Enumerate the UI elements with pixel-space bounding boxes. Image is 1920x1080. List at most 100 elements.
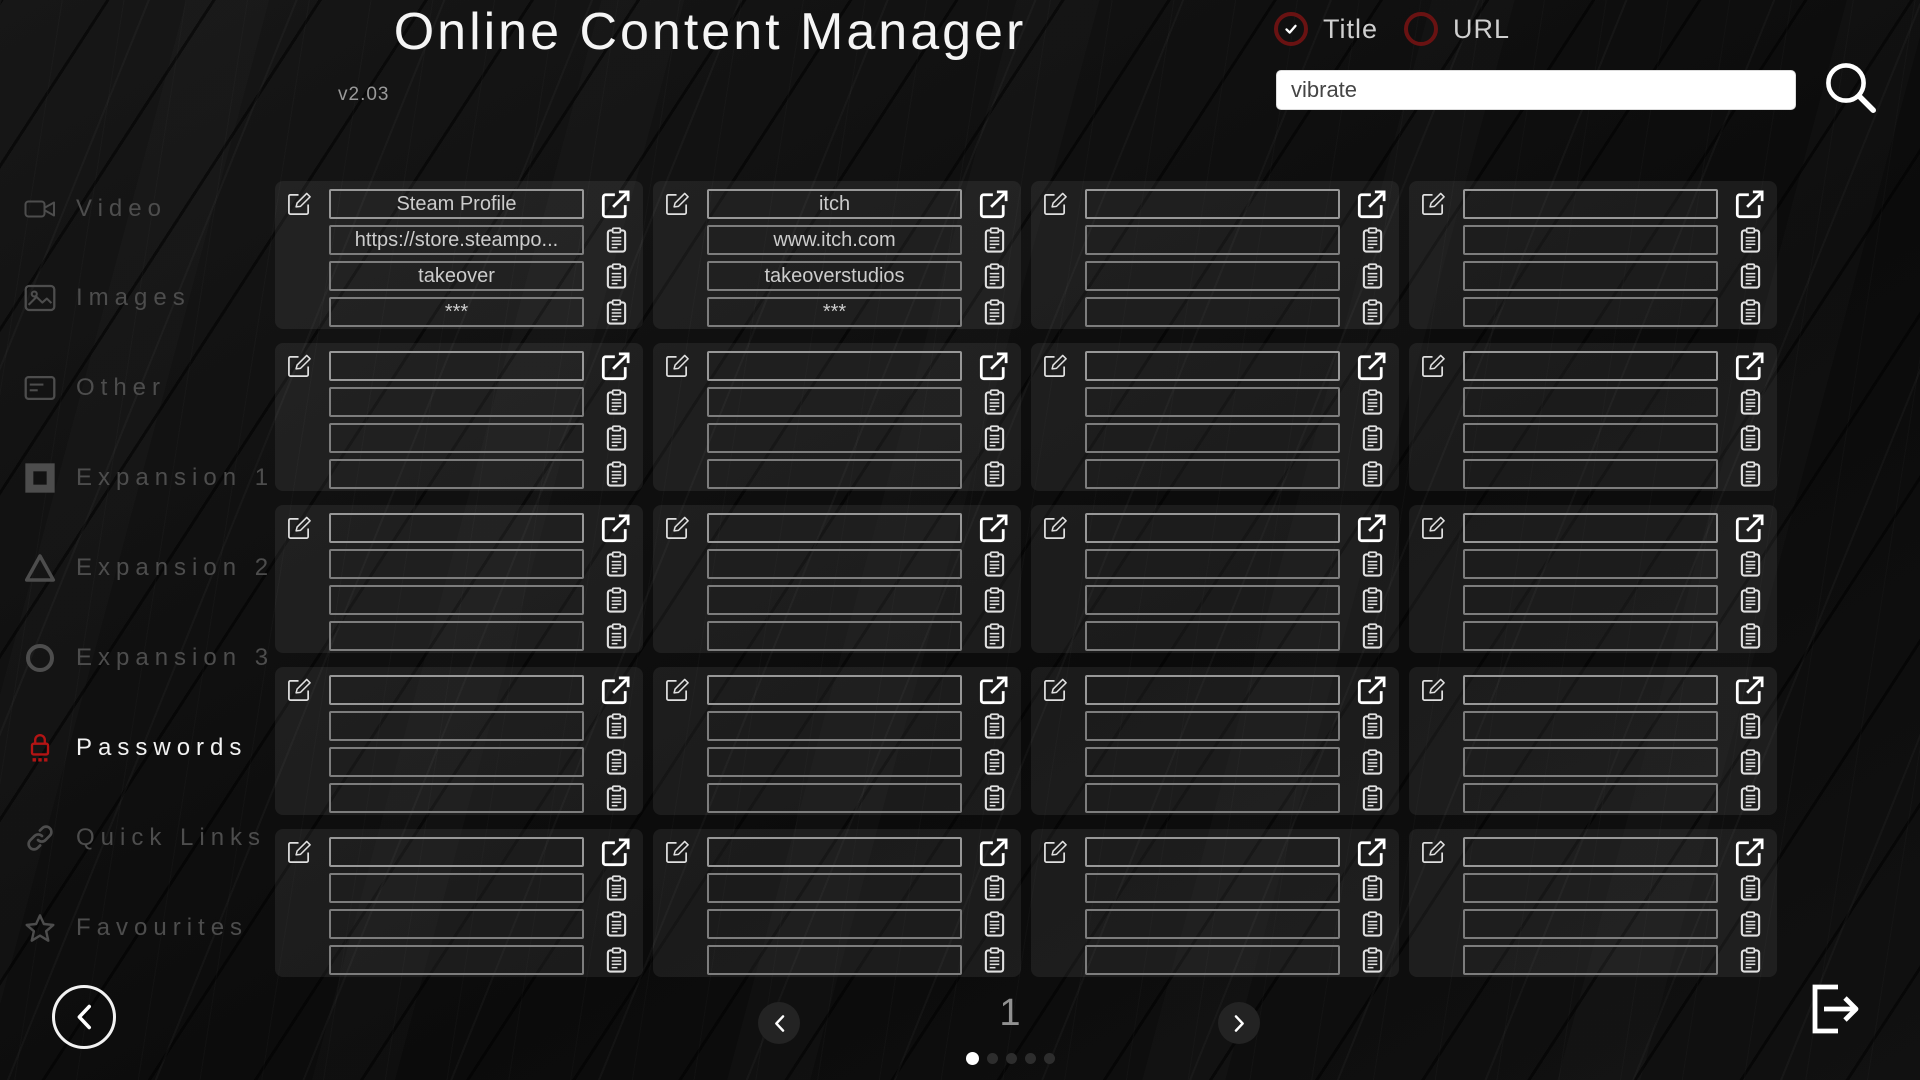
card-username-field[interactable] [707,585,962,615]
card-url-field[interactable] [707,549,962,579]
card-url-field[interactable] [1463,549,1718,579]
card-title-field[interactable] [1463,675,1718,705]
card-title-field[interactable] [329,513,584,543]
card-url-field[interactable] [707,387,962,417]
external-link-icon[interactable] [1735,675,1765,705]
card-username-field[interactable] [1085,585,1340,615]
edit-icon[interactable] [287,677,312,702]
edit-icon[interactable] [1421,677,1446,702]
edit-icon[interactable] [1421,515,1446,540]
search-mode-title[interactable]: Title [1274,12,1378,46]
card-url-field[interactable] [1463,387,1718,417]
copy-url-icon[interactable] [983,875,1006,902]
copy-password-icon[interactable] [605,623,628,650]
edit-icon[interactable] [1043,515,1068,540]
edit-icon[interactable] [665,515,690,540]
copy-username-icon[interactable] [1739,425,1762,452]
card-username-field[interactable] [1085,747,1340,777]
page-dot[interactable] [987,1053,998,1064]
copy-password-icon[interactable] [605,299,628,326]
card-url-field[interactable] [1085,711,1340,741]
external-link-icon[interactable] [1735,837,1765,867]
copy-url-icon[interactable] [605,389,628,416]
external-link-icon[interactable] [1735,189,1765,219]
copy-password-icon[interactable] [1739,785,1762,812]
card-username-field[interactable]: takeover [329,261,584,291]
copy-url-icon[interactable] [605,875,628,902]
copy-url-icon[interactable] [983,227,1006,254]
card-title-field[interactable]: itch [707,189,962,219]
sidebar-item-expansion-1[interactable]: Expansion 1 [24,459,274,497]
card-url-field[interactable] [1463,225,1718,255]
card-password-field[interactable] [1085,945,1340,975]
page-dot[interactable] [1025,1053,1036,1064]
card-url-field[interactable] [329,387,584,417]
external-link-icon[interactable] [1357,351,1387,381]
sidebar-item-images[interactable]: Images [24,279,191,317]
card-username-field[interactable] [329,585,584,615]
page-dot[interactable] [1044,1053,1055,1064]
card-url-field[interactable] [1463,711,1718,741]
edit-icon[interactable] [287,353,312,378]
copy-password-icon[interactable] [983,299,1006,326]
search-input[interactable] [1276,70,1796,110]
logout-button[interactable] [1804,980,1864,1038]
copy-url-icon[interactable] [1739,389,1762,416]
edit-icon[interactable] [1043,353,1068,378]
copy-password-icon[interactable] [1361,299,1384,326]
radio-checked-icon[interactable] [1274,12,1308,46]
card-title-field[interactable] [1085,189,1340,219]
card-password-field[interactable] [329,621,584,651]
copy-username-icon[interactable] [983,263,1006,290]
copy-password-icon[interactable] [1361,785,1384,812]
card-url-field[interactable] [329,873,584,903]
copy-username-icon[interactable] [1361,425,1384,452]
card-username-field[interactable] [1463,261,1718,291]
card-username-field[interactable] [329,909,584,939]
copy-url-icon[interactable] [1739,713,1762,740]
card-password-field[interactable] [707,783,962,813]
card-password-field[interactable] [329,783,584,813]
copy-username-icon[interactable] [1739,263,1762,290]
card-title-field[interactable] [329,675,584,705]
page-dot[interactable] [1006,1053,1017,1064]
copy-url-icon[interactable] [1361,389,1384,416]
edit-icon[interactable] [287,839,312,864]
card-username-field[interactable] [707,909,962,939]
card-password-field[interactable]: *** [707,297,962,327]
card-password-field[interactable] [1463,783,1718,813]
card-password-field[interactable] [1463,945,1718,975]
sidebar-item-favourites[interactable]: Favourites [24,909,248,947]
card-password-field[interactable] [707,945,962,975]
card-title-field[interactable] [1085,513,1340,543]
copy-password-icon[interactable] [1361,461,1384,488]
copy-url-icon[interactable] [983,713,1006,740]
copy-password-icon[interactable] [1739,947,1762,974]
copy-url-icon[interactable] [605,551,628,578]
sidebar-item-video[interactable]: Video [24,190,167,228]
card-title-field[interactable] [329,351,584,381]
edit-icon[interactable] [1421,839,1446,864]
external-link-icon[interactable] [979,189,1009,219]
copy-url-icon[interactable] [983,551,1006,578]
external-link-icon[interactable] [979,675,1009,705]
external-link-icon[interactable] [979,837,1009,867]
copy-username-icon[interactable] [1361,263,1384,290]
card-username-field[interactable] [1085,909,1340,939]
card-title-field[interactable] [1463,351,1718,381]
external-link-icon[interactable] [1357,513,1387,543]
edit-icon[interactable] [1043,191,1068,216]
edit-icon[interactable] [665,839,690,864]
card-password-field[interactable]: *** [329,297,584,327]
card-username-field[interactable] [707,423,962,453]
card-title-field[interactable] [707,837,962,867]
copy-password-icon[interactable] [605,947,628,974]
card-password-field[interactable] [1463,621,1718,651]
copy-password-icon[interactable] [983,461,1006,488]
page-dot[interactable] [966,1052,979,1065]
copy-url-icon[interactable] [605,227,628,254]
card-username-field[interactable] [1463,423,1718,453]
card-title-field[interactable] [1085,675,1340,705]
card-title-field[interactable] [707,351,962,381]
external-link-icon[interactable] [1357,837,1387,867]
